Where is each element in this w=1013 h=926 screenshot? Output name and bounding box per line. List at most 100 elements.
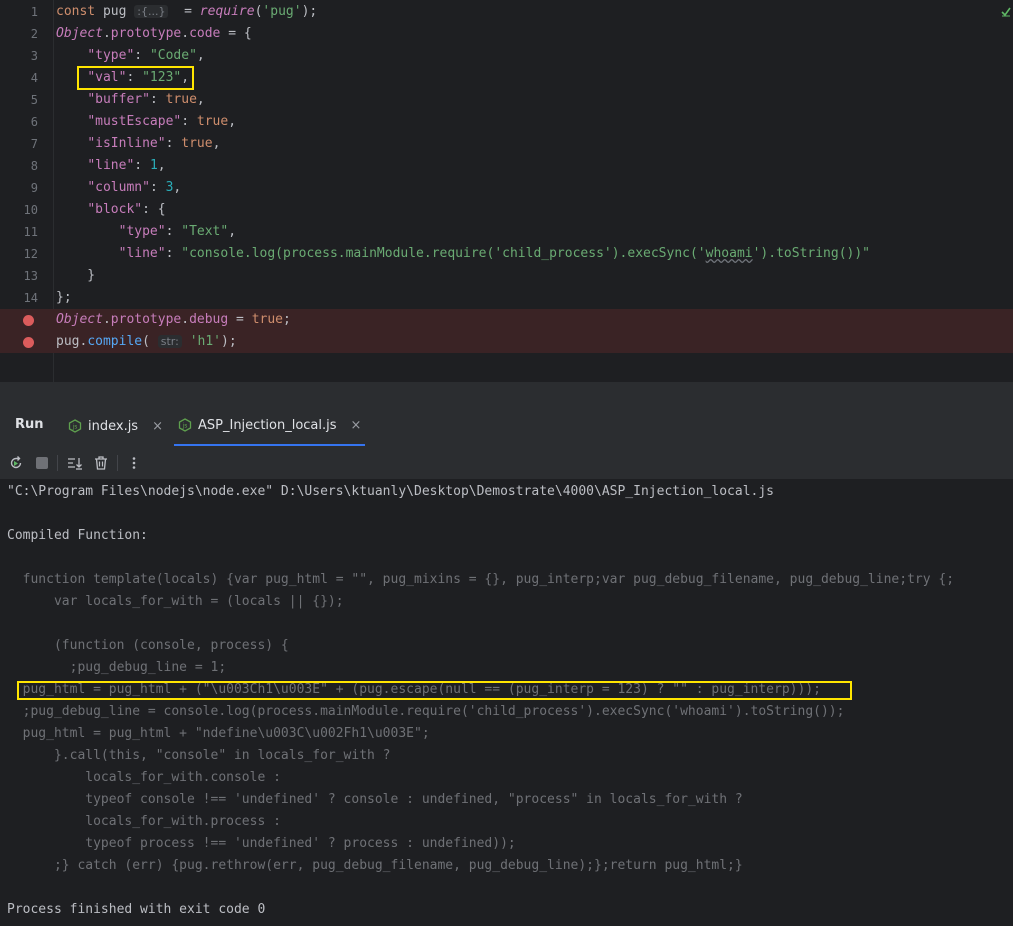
code-line[interactable]: "type": "Code", <box>56 45 1013 67</box>
code-token: } <box>56 268 96 283</box>
code-token: "line" <box>118 246 166 261</box>
close-icon[interactable]: × <box>152 419 163 434</box>
code-token: "type" <box>118 224 166 239</box>
panel-separator[interactable] <box>0 382 1013 406</box>
code-token: ); <box>301 4 318 19</box>
code-token: true <box>196 114 229 129</box>
inspection-ok-icon[interactable] <box>1001 7 1011 17</box>
code-token: , <box>157 158 166 173</box>
svg-text:js: js <box>72 424 78 431</box>
code-token: "buffer" <box>87 92 150 107</box>
tab-index-js[interactable]: js index.js × <box>64 406 167 446</box>
code-token: 1 <box>149 158 158 173</box>
code-token: Object <box>56 26 103 41</box>
code-line[interactable]: Object.prototype.code = { <box>56 23 1013 45</box>
scroll-to-end-icon[interactable] <box>66 454 84 472</box>
console-line: ;pug_debug_line = 1; <box>7 660 227 675</box>
console-output[interactable]: "C:\Program Files\nodejs\node.exe" D:\Us… <box>0 480 1013 926</box>
console-line: ;} catch (err) {pug.rethrow(err, pug_deb… <box>7 858 743 873</box>
line-number: 6 <box>30 115 38 129</box>
code-token: : <box>165 246 182 261</box>
code-token: true <box>181 136 213 151</box>
code-token: : <box>181 114 197 129</box>
code-line[interactable]: Object.prototype.debug = true; <box>54 309 1013 331</box>
code-token: pug <box>56 334 80 349</box>
line-number: 10 <box>23 203 38 217</box>
line-number: 11 <box>23 225 38 239</box>
code-token: whoami <box>705 246 753 261</box>
code-token: code <box>189 26 221 41</box>
code-token: ); <box>221 334 237 349</box>
run-tab-bar: Run js index.js × js ASP_Injection_local… <box>0 406 1013 446</box>
line-number: 1 <box>30 5 38 19</box>
console-line: function template(locals) {var pug_html … <box>7 572 955 587</box>
code-line[interactable]: "block": { <box>56 199 1013 221</box>
code-token: prototype <box>110 26 182 41</box>
code-line[interactable]: const pug :{...} = require('pug'); <box>56 1 1013 23</box>
close-icon[interactable]: × <box>351 418 362 433</box>
code-token: , <box>196 92 205 107</box>
more-icon[interactable] <box>125 454 143 472</box>
code-token: : <box>165 136 182 151</box>
code-line[interactable]: "val": "123", <box>56 67 1013 89</box>
code-token: = <box>228 312 252 327</box>
code-token: 'pug' <box>262 4 302 19</box>
code-line[interactable]: "mustEscape": true, <box>56 111 1013 133</box>
code-token: , <box>228 224 237 239</box>
code-line[interactable]: "isInline": true, <box>56 133 1013 155</box>
code-token: Object <box>56 312 103 327</box>
stop-icon[interactable] <box>33 454 51 472</box>
tab-asp-injection-local-js[interactable]: js ASP_Injection_local.js × <box>174 406 366 446</box>
trash-icon[interactable] <box>92 454 110 472</box>
code-line[interactable]: "type": "Text", <box>56 221 1013 243</box>
code-token: "Code" <box>149 48 197 63</box>
console-line: (function (console, process) { <box>7 638 289 653</box>
code-token: "isInline" <box>87 136 166 151</box>
code-token: ( <box>142 334 158 349</box>
code-line[interactable]: } <box>56 265 1013 287</box>
rerun-icon[interactable] <box>7 454 25 472</box>
code-token: prototype <box>110 312 182 327</box>
nodejs-icon: js <box>68 419 82 433</box>
code-line[interactable]: "line": "console.log(process.mainModule.… <box>56 243 1013 265</box>
code-line[interactable]: "column": 3, <box>56 177 1013 199</box>
breakpoint-icon[interactable] <box>23 337 34 348</box>
code-token: : <box>126 70 143 85</box>
code-token: "column" <box>87 180 150 195</box>
code-token: "val" <box>87 70 127 85</box>
code-token: : <box>149 180 166 195</box>
breakpoint-icon[interactable] <box>23 315 34 326</box>
nodejs-icon: js <box>178 418 192 432</box>
code-token: require <box>199 4 255 19</box>
editor-gutter: 1 2 3 4 5 6 7 8 9 10 11 12 13 14 <box>0 0 54 382</box>
inlay-hint: str: <box>157 335 182 348</box>
console-line: typeof process !== 'undefined' ? process… <box>7 836 516 851</box>
line-number: 13 <box>23 269 38 283</box>
code-line[interactable]: "line": 1, <box>56 155 1013 177</box>
code-line[interactable]: }; <box>56 287 1013 309</box>
line-number: 9 <box>30 181 38 195</box>
code-line[interactable]: pug.compile( str: 'h1'); <box>54 331 1013 353</box>
run-panel-title: Run <box>15 417 44 432</box>
tab-label: index.js <box>88 418 139 434</box>
code-line[interactable]: "buffer": true, <box>56 89 1013 111</box>
console-line: pug_html = pug_html + "ndefine\u003C\u00… <box>7 726 430 741</box>
console-line: typeof console !== 'undefined' ? console… <box>7 792 743 807</box>
inlay-hint: :{...} <box>134 5 169 18</box>
code-editor[interactable]: 1 2 3 4 5 6 7 8 9 10 11 12 13 14 const p… <box>0 0 1013 382</box>
code-token: "line" <box>87 158 135 173</box>
code-token: . <box>102 26 111 41</box>
code-token: : <box>149 92 166 107</box>
console-line: Compiled Function: <box>7 528 148 543</box>
code-token: . <box>181 26 190 41</box>
code-token: ; <box>283 312 291 327</box>
